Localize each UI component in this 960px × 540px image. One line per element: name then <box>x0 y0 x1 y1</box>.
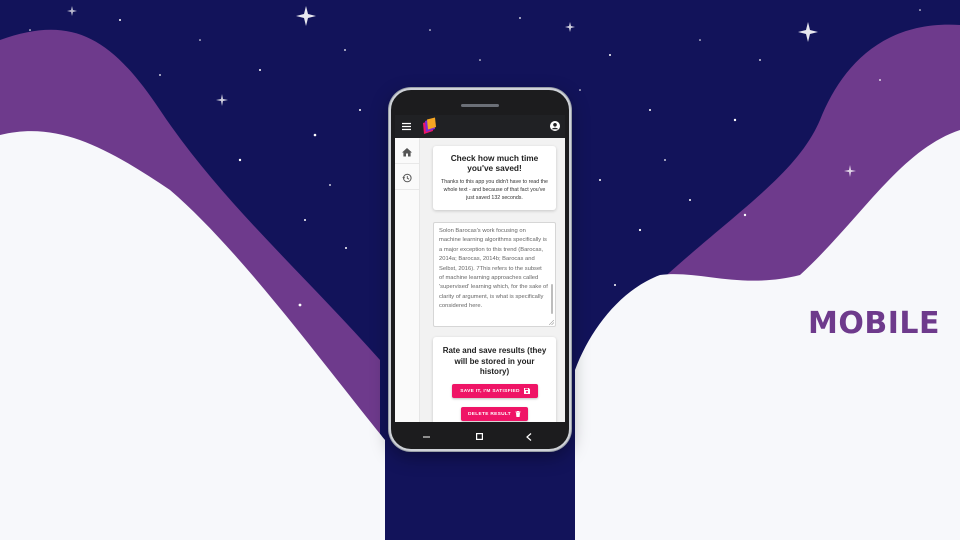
dot-star <box>29 29 31 31</box>
dot-star <box>479 59 481 61</box>
dot-star <box>649 109 651 111</box>
dot-star <box>344 49 346 51</box>
save-result-button[interactable]: SAVE IT, I'M SATISFIED <box>452 384 538 398</box>
navigation-rail <box>395 138 420 422</box>
dot-star <box>879 79 881 81</box>
save-button-label: SAVE IT, I'M SATISFIED <box>460 388 520 394</box>
dot-star <box>259 69 261 71</box>
dot-star <box>609 54 611 56</box>
rail-home-button[interactable] <box>395 140 419 164</box>
dot-star <box>743 213 747 217</box>
phone-screen: Check how much time you've saved! Thanks… <box>395 115 565 422</box>
dot-star <box>359 109 361 111</box>
dot-star <box>519 17 521 19</box>
dot-star <box>614 284 616 286</box>
summary-textarea[interactable]: Solon Barocas's work focusing on machine… <box>433 222 556 327</box>
back-icon[interactable] <box>423 434 430 440</box>
summary-scrollbar[interactable] <box>551 284 553 314</box>
floppy-disk-icon <box>523 388 530 394</box>
menu-icon[interactable] <box>402 122 411 131</box>
dot-star <box>199 39 201 41</box>
rail-history-button[interactable] <box>395 166 419 190</box>
dot-star <box>579 89 581 91</box>
time-saved-card: Check how much time you've saved! Thanks… <box>433 146 556 210</box>
trash-icon <box>515 411 521 417</box>
phone-speaker <box>461 104 499 107</box>
dot-star <box>733 118 737 122</box>
dot-star <box>429 29 431 31</box>
recent-apps-icon[interactable] <box>526 433 532 441</box>
app-logo-icon[interactable] <box>420 117 438 136</box>
rate-save-title: Rate and save results (they will be stor… <box>442 346 547 376</box>
app-bar <box>395 115 565 138</box>
main-content: Check how much time you've saved! Thanks… <box>420 138 565 422</box>
rate-save-card: Rate and save results (they will be stor… <box>433 337 556 422</box>
dot-star <box>304 219 306 221</box>
summary-text: Solon Barocas's work focusing on machine… <box>439 228 548 310</box>
dot-star <box>664 159 666 161</box>
history-icon <box>402 173 412 183</box>
home-square-icon[interactable] <box>476 433 483 440</box>
time-saved-text: Thanks to this app you didn't have to re… <box>440 179 549 201</box>
delete-button-label: DELETE RESULT <box>468 411 511 417</box>
dot-star <box>599 179 601 181</box>
dot-star <box>919 9 921 11</box>
dot-star <box>638 228 642 232</box>
account-circle-icon[interactable] <box>550 121 560 131</box>
dot-star <box>345 247 347 249</box>
dot-star <box>329 184 331 186</box>
dot-star <box>298 303 302 307</box>
dot-star <box>689 199 691 201</box>
delete-result-button[interactable]: DELETE RESULT <box>461 407 528 421</box>
dot-star <box>313 133 317 137</box>
home-icon <box>402 148 412 157</box>
resize-grip-icon[interactable] <box>549 320 554 325</box>
dot-star <box>159 74 161 76</box>
time-saved-title: Check how much time you've saved! <box>450 153 539 173</box>
dot-star <box>699 39 701 41</box>
dot-star <box>759 59 761 61</box>
phone-mockup: Check how much time you've saved! Thanks… <box>389 88 571 451</box>
slide-label: MOBILE <box>808 306 940 341</box>
dot-star <box>119 19 121 21</box>
dot-star <box>238 158 242 162</box>
android-navbar <box>391 423 569 451</box>
